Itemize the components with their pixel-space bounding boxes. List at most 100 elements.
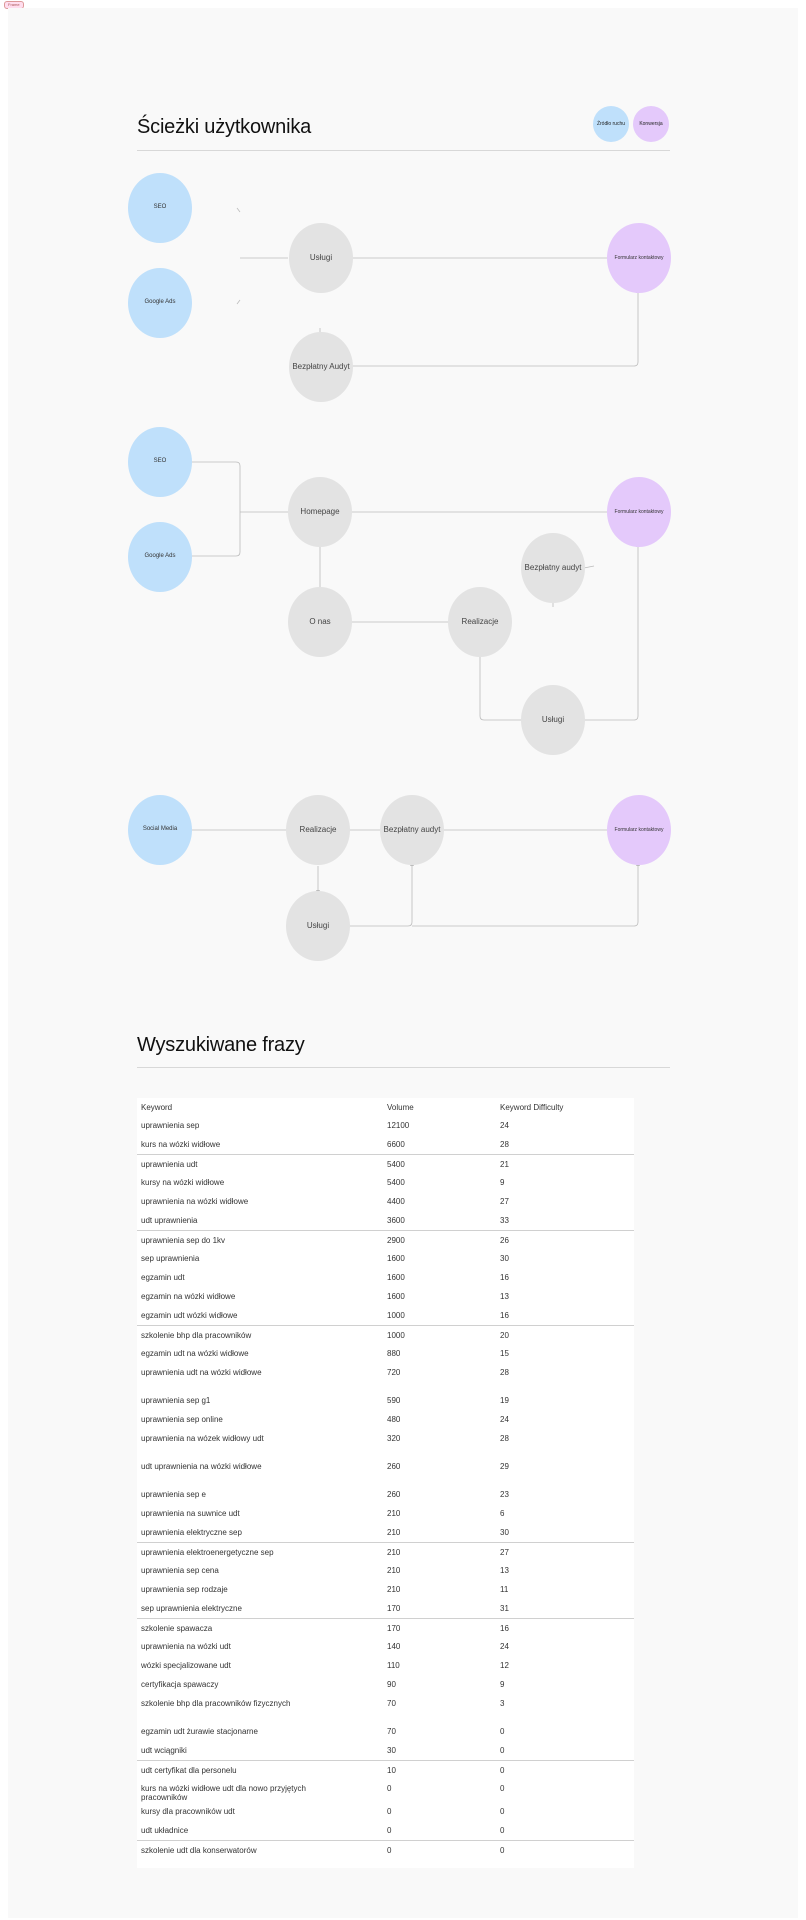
table-row: uprawnienia sep online 480 24: [137, 1410, 634, 1429]
table-row: certyfikacja spawaczy 90 9: [137, 1675, 634, 1694]
path1-step-uslugi: Usługi: [289, 223, 353, 293]
volume-cell: 210: [387, 1585, 401, 1594]
connector: [352, 293, 639, 367]
path2-step-uslugi: Usługi: [521, 685, 585, 755]
difficulty-cell: 28: [500, 1140, 509, 1149]
difficulty-cell: 21: [500, 1160, 509, 1169]
volume-cell: 260: [387, 1462, 401, 1471]
volume-cell: 0: [387, 1826, 392, 1835]
table-row: uprawnienia sep do 1kv 2900 26: [137, 1230, 634, 1249]
path2-step-o-nas: O nas: [288, 587, 352, 657]
volume-cell: 2900: [387, 1236, 405, 1245]
table-row: uprawnienia udt 5400 21: [137, 1154, 634, 1173]
volume-cell: 0: [387, 1807, 392, 1816]
volume-cell: 880: [387, 1349, 401, 1358]
difficulty-cell: 24: [500, 1121, 509, 1130]
difficulty-cell: 28: [500, 1368, 509, 1377]
connector: [350, 866, 413, 927]
keyword-cell: uprawnienia sep g1: [141, 1396, 211, 1405]
difficulty-cell: 27: [500, 1197, 509, 1206]
keyword-cell: egzamin udt: [141, 1273, 185, 1282]
keyword-cell: wózki specjalizowane udt: [141, 1661, 231, 1670]
difficulty-cell: 12: [500, 1661, 509, 1670]
keywords-title-rule: [137, 1067, 670, 1068]
volume-cell: 0: [387, 1784, 392, 1793]
difficulty-cell: 20: [500, 1331, 509, 1340]
path2-step-audyt: Bezpłatny audyt: [521, 533, 585, 603]
connector: [192, 551, 241, 557]
table-row: uprawnienia na wózki widłowe 4400 27: [137, 1192, 634, 1211]
volume-cell: 720: [387, 1368, 401, 1377]
volume-cell: 1600: [387, 1254, 405, 1263]
connector: [583, 565, 595, 569]
keyword-cell: egzamin udt żurawie stacjonarne: [141, 1727, 258, 1736]
keyword-cell: uprawnienia udt: [141, 1160, 198, 1169]
table-row: udt certyfikat dla personelu 10 0: [137, 1760, 634, 1779]
keyword-cell: uprawnienia sep online: [141, 1415, 223, 1424]
volume-cell: 590: [387, 1396, 401, 1405]
difficulty-cell: 9: [500, 1178, 505, 1187]
difficulty-cell: 24: [500, 1415, 509, 1424]
keyword-cell: certyfikacja spawaczy: [141, 1680, 219, 1689]
volume-cell: 320: [387, 1434, 401, 1443]
difficulty-cell: 0: [500, 1766, 505, 1775]
table-row: uprawnienia na wózki udt 140 24: [137, 1637, 634, 1656]
table-row: kursy na wózki widłowe 5400 9: [137, 1173, 634, 1192]
keyword-cell: udt wciągniki: [141, 1746, 187, 1755]
difficulty-cell: 15: [500, 1349, 509, 1358]
table-row: uprawnienia sep cena 210 13: [137, 1561, 634, 1580]
volume-cell: 5400: [387, 1160, 405, 1169]
path1-source-seo: SEO: [128, 173, 192, 243]
volume-cell: 70: [387, 1727, 396, 1736]
table-row: uprawnienia sep e 260 23: [137, 1485, 634, 1504]
difficulty-cell: 16: [500, 1273, 509, 1282]
volume-cell: 170: [387, 1604, 401, 1613]
keyword-cell: egzamin udt na wózki widłowe: [141, 1349, 249, 1358]
volume-cell: 170: [387, 1624, 401, 1633]
keyword-cell: uprawnienia na wózki widłowe: [141, 1197, 249, 1206]
volume-cell: 30: [387, 1746, 396, 1755]
header-volume: Volume: [387, 1102, 414, 1112]
volume-cell: 70: [387, 1699, 396, 1708]
path3-step-realizacje: Realizacje: [286, 795, 350, 865]
volume-cell: 260: [387, 1490, 401, 1499]
table-row: uprawnienia sep rodzaje 210 11: [137, 1580, 634, 1599]
difficulty-cell: 29: [500, 1462, 509, 1471]
keyword-cell: uprawnienia sep cena: [141, 1566, 219, 1575]
volume-cell: 10: [387, 1766, 396, 1775]
table-row: udt wciągniki 30 0: [137, 1741, 634, 1760]
table-row: egzamin udt żurawie stacjonarne 70 0: [137, 1722, 634, 1741]
table-row: wózki specjalizowane udt 110 12: [137, 1656, 634, 1675]
keyword-cell: kurs na wózki widłowe udt dla nowo przyj…: [141, 1784, 306, 1802]
keyword-cell: szkolenie spawacza: [141, 1624, 213, 1633]
volume-cell: 1600: [387, 1292, 405, 1301]
volume-cell: 140: [387, 1642, 401, 1651]
table-row: szkolenie udt dla konserwatorów 0 0: [137, 1840, 634, 1868]
path3-source-social-media: Social Media: [128, 795, 192, 865]
difficulty-cell: 0: [500, 1826, 505, 1835]
path2-source-google-ads: Google Ads: [128, 522, 192, 592]
difficulty-cell: 0: [500, 1846, 505, 1855]
difficulty-cell: 0: [500, 1784, 505, 1793]
table-row: kurs na wózki widłowe udt dla nowo przyj…: [137, 1779, 634, 1802]
volume-cell: 90: [387, 1680, 396, 1689]
difficulty-cell: 3: [500, 1699, 505, 1708]
keyword-cell: udt układnice: [141, 1826, 189, 1835]
difficulty-cell: 6: [500, 1509, 505, 1518]
table-row: szkolenie spawacza 170 16: [137, 1618, 634, 1637]
difficulty-cell: 0: [500, 1807, 505, 1816]
table-row: szkolenie bhp dla pracowników 1000 20: [137, 1325, 634, 1344]
volume-cell: 1600: [387, 1273, 405, 1282]
volume-cell: 6600: [387, 1140, 405, 1149]
volume-cell: 3600: [387, 1216, 405, 1225]
keyword-cell: egzamin na wózki widłowe: [141, 1292, 236, 1301]
keyword-cell: udt uprawnienia na wózki widłowe: [141, 1462, 262, 1471]
connector: [584, 547, 639, 721]
connector: [412, 866, 639, 927]
difficulty-cell: 13: [500, 1292, 509, 1301]
difficulty-cell: 28: [500, 1434, 509, 1443]
keyword-cell: kurs na wózki widłowe: [141, 1140, 221, 1149]
difficulty-cell: 16: [500, 1624, 509, 1633]
connector: [192, 461, 241, 552]
keyword-cell: udt certyfikat dla personelu: [141, 1766, 237, 1775]
